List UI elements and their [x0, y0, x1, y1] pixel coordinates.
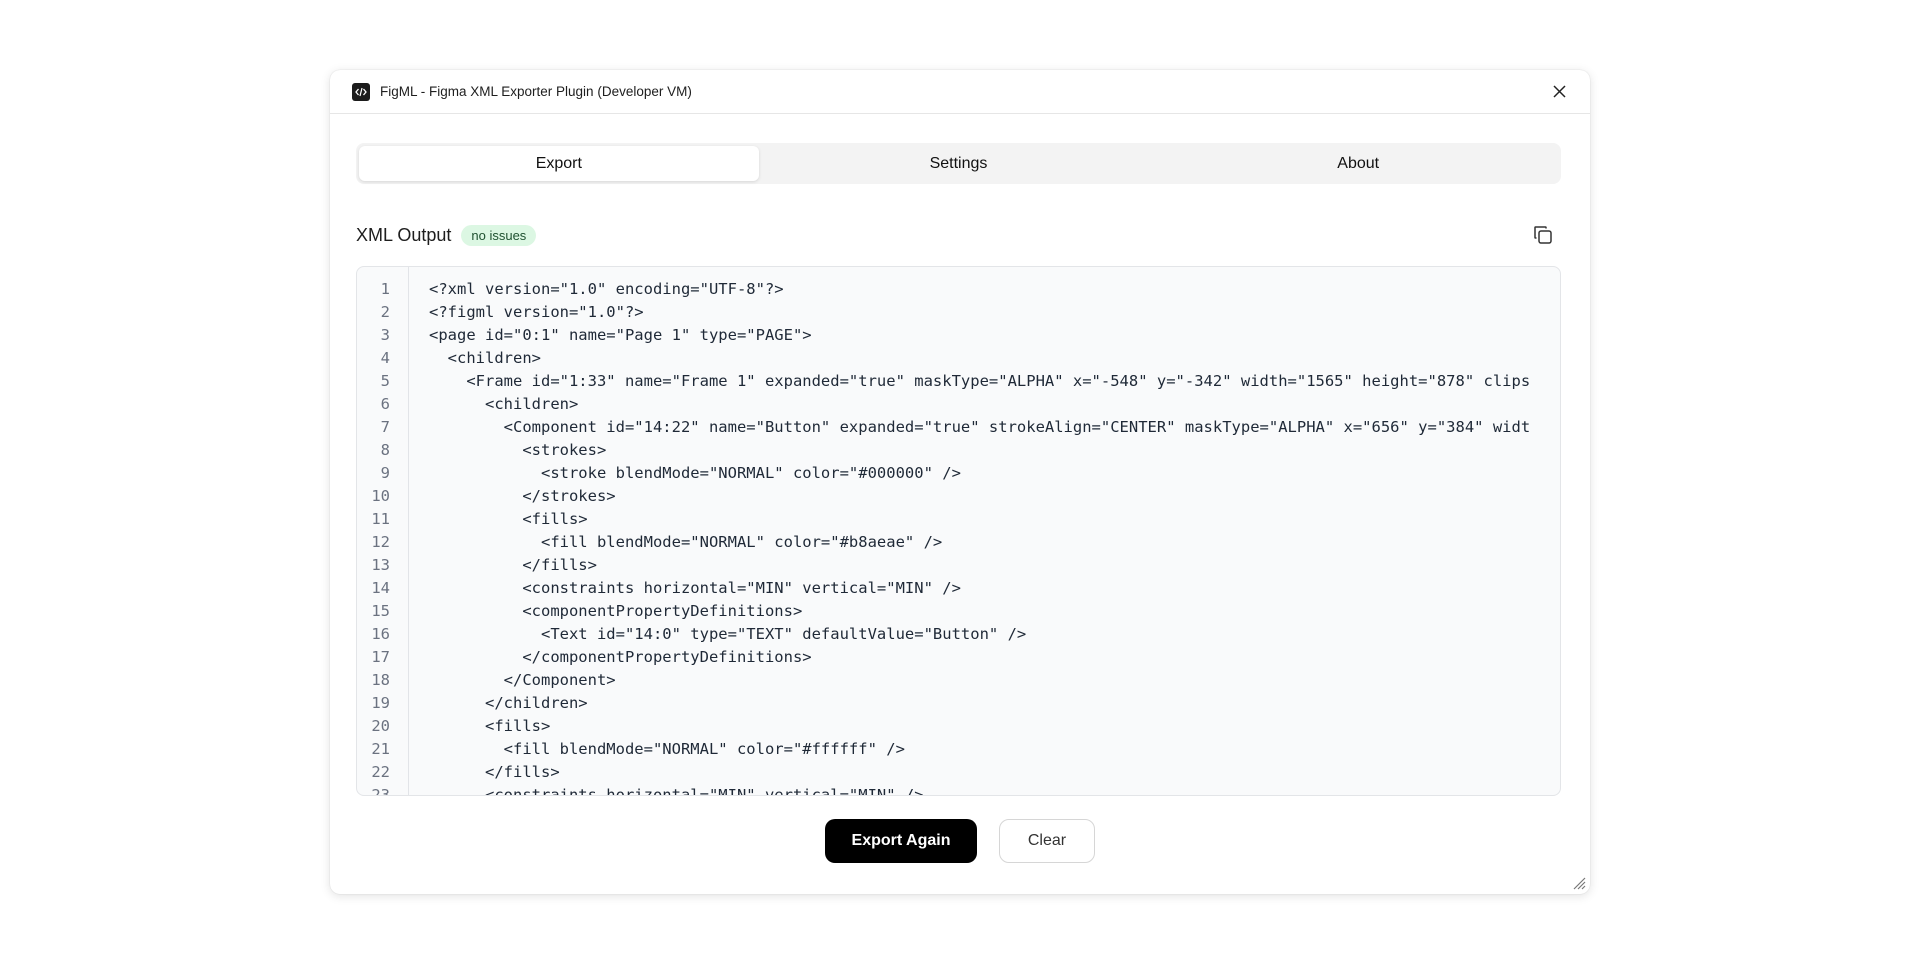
- line-number: 19: [371, 694, 390, 712]
- tab-label: About: [1337, 154, 1380, 172]
- code-line: 4 <children>: [357, 347, 1560, 370]
- code-line: 12 <fill blendMode="NORMAL" color="#b8ae…: [357, 531, 1560, 554]
- code-line: 15 <componentPropertyDefinitions>: [357, 600, 1560, 623]
- code-line: 10 </strokes>: [357, 485, 1560, 508]
- tab-label: Export: [535, 154, 582, 172]
- code-line: 18 </Component>: [357, 669, 1560, 692]
- code-line: 6 <children>: [357, 393, 1560, 416]
- code-text: <stroke blendMode="NORMAL" color="#00000…: [429, 464, 961, 482]
- code-line: 19 </children>: [357, 692, 1560, 715]
- copy-icon[interactable]: [1529, 221, 1557, 249]
- code-line: 3 <page id="0:1" name="Page 1" type="PAGE…: [357, 324, 1560, 347]
- tab-settings[interactable]: Settings: [759, 146, 1159, 181]
- code-text: <?figml version="1.0"?>: [429, 303, 644, 321]
- line-number: 18: [371, 671, 390, 689]
- line-number: 2: [380, 303, 390, 321]
- resize-handle-icon[interactable]: [1570, 874, 1586, 890]
- code-text: <componentPropertyDefinitions>: [429, 602, 803, 620]
- code-text: <fills>: [429, 510, 588, 528]
- code-text: </children>: [429, 694, 588, 712]
- code-text: <children>: [429, 349, 541, 367]
- code-line: 17 </componentPropertyDefinitions>: [357, 646, 1560, 669]
- window-title: FigML - Figma XML Exporter Plugin (Devel…: [380, 84, 692, 99]
- output-header: XML Output no issues: [356, 220, 1561, 250]
- code-text: </fills>: [429, 556, 597, 574]
- code-text: <Text id="14:0" type="TEXT" defaultValue…: [429, 625, 1027, 643]
- code-text: <fill blendMode="NORMAL" color="#ffffff"…: [429, 740, 905, 758]
- status-badge: no issues: [461, 224, 537, 246]
- code-line: 5 <Frame id="1:33" name="Frame 1" expand…: [357, 370, 1560, 393]
- code-line: 8 <strokes>: [357, 439, 1560, 462]
- line-number: 10: [371, 487, 390, 505]
- code-text: <fills>: [429, 717, 551, 735]
- line-number: 7: [380, 418, 390, 436]
- line-number: 3: [380, 326, 390, 344]
- code-text: <Component id="14:22" name="Button" expa…: [429, 418, 1531, 436]
- code-line: 16 <Text id="14:0" type="TEXT" defaultVa…: [357, 623, 1560, 646]
- code-text: <constraints horizontal="MIN" vertical="…: [429, 786, 924, 796]
- line-number: 6: [380, 395, 390, 413]
- line-number: 9: [380, 464, 390, 482]
- code-line: 11 <fills>: [357, 508, 1560, 531]
- line-number: 22: [371, 763, 390, 781]
- line-number: 16: [371, 625, 390, 643]
- tab-label: Settings: [929, 154, 988, 172]
- code-line: 22 </fills>: [357, 761, 1560, 784]
- code-text: <strokes>: [429, 441, 607, 459]
- code-line: 1 <?xml version="1.0" encoding="UTF-8"?>: [357, 278, 1560, 301]
- tab-export[interactable]: Export: [359, 146, 759, 181]
- code-text: </fills>: [429, 763, 560, 781]
- title-bar: FigML - Figma XML Exporter Plugin (Devel…: [330, 70, 1590, 114]
- output-title: XML Output: [356, 224, 452, 245]
- line-number: 21: [371, 740, 390, 758]
- code-text: <constraints horizontal="MIN" vertical="…: [429, 579, 961, 597]
- line-number: 8: [380, 441, 390, 459]
- code-line: 21 <fill blendMode="NORMAL" color="#ffff…: [357, 738, 1560, 761]
- code-line: 23 <constraints horizontal="MIN" vertica…: [357, 784, 1560, 796]
- line-number: 4: [380, 349, 390, 367]
- code-text: </componentPropertyDefinitions>: [429, 648, 812, 666]
- code-line: 2 <?figml version="1.0"?>: [357, 301, 1560, 324]
- code-text: <page id="0:1" name="Page 1" type="PAGE"…: [429, 326, 812, 344]
- code-line: 9 <stroke blendMode="NORMAL" color="#000…: [357, 462, 1560, 485]
- code-line: 13 </fills>: [357, 554, 1560, 577]
- line-number: 12: [371, 533, 390, 551]
- line-number: 11: [371, 510, 390, 528]
- code-text: <?xml version="1.0" encoding="UTF-8"?>: [429, 280, 784, 298]
- code-icon: [352, 82, 370, 101]
- code-text: </Component>: [429, 671, 616, 689]
- code-text: <fill blendMode="NORMAL" color="#b8aeae"…: [429, 533, 943, 551]
- line-number: 5: [380, 372, 390, 390]
- export-again-button[interactable]: Export Again: [825, 819, 977, 863]
- line-number: 17: [371, 648, 390, 666]
- clear-button[interactable]: Clear: [999, 819, 1095, 863]
- line-number: 15: [371, 602, 390, 620]
- line-number: 14: [371, 579, 390, 597]
- code-line: 7 <Component id="14:22" name="Button" ex…: [357, 416, 1560, 439]
- line-number: 23: [371, 786, 390, 796]
- code-text: <children>: [429, 395, 579, 413]
- xml-code-editor[interactable]: 1 <?xml version="1.0" encoding="UTF-8"?> 2…: [356, 266, 1561, 796]
- code-line: 14 <constraints horizontal="MIN" vertica…: [357, 577, 1560, 600]
- line-number: 13: [371, 556, 390, 574]
- action-bar: Export Again Clear: [330, 819, 1590, 863]
- close-icon[interactable]: [1548, 81, 1570, 103]
- tab-about[interactable]: About: [1158, 146, 1558, 181]
- plugin-window: FigML - Figma XML Exporter Plugin (Devel…: [330, 70, 1590, 894]
- line-number: 1: [380, 280, 390, 298]
- tab-bar: Export Settings About: [356, 143, 1561, 184]
- code-lines: 1 <?xml version="1.0" encoding="UTF-8"?> 2…: [357, 278, 1560, 796]
- line-number: 20: [371, 717, 390, 735]
- code-line: 20 <fills>: [357, 715, 1560, 738]
- code-text: <Frame id="1:33" name="Frame 1" expanded…: [429, 372, 1531, 390]
- code-text: </strokes>: [429, 487, 616, 505]
